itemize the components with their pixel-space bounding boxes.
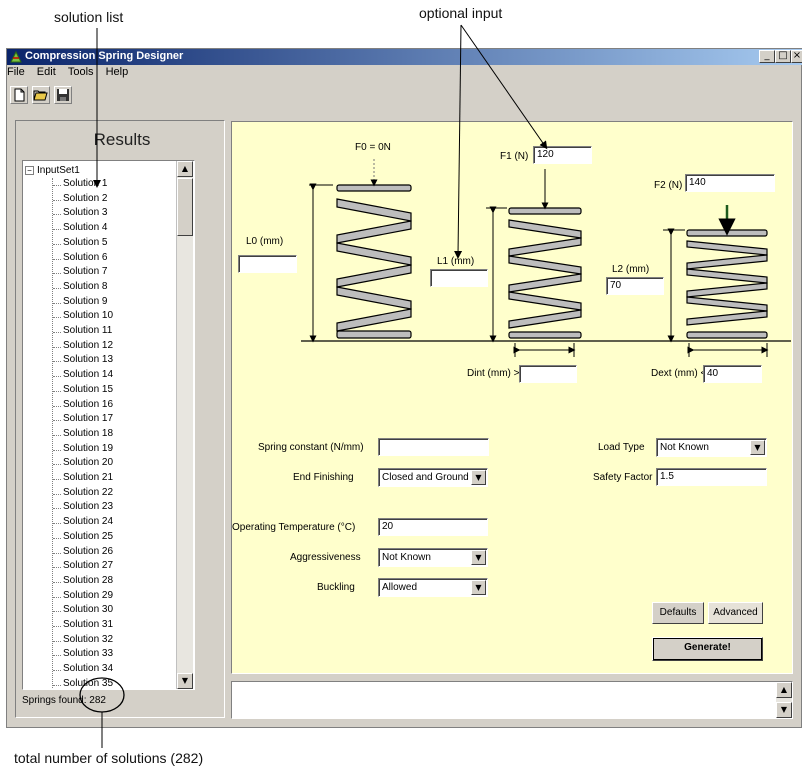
annotation-lines	[79, 24, 548, 748]
optional-input-pointer-f1	[460, 24, 548, 150]
optional-input-pointer-l1	[454, 24, 463, 259]
springs-found-circle	[79, 677, 125, 713]
